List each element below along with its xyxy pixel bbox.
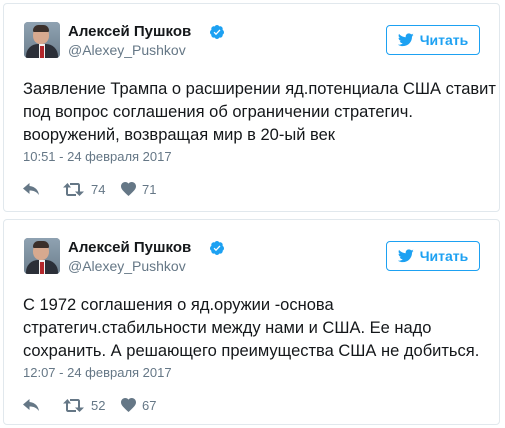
heart-icon: [121, 398, 136, 412]
avatar[interactable]: [24, 22, 60, 58]
avatar[interactable]: [24, 238, 60, 274]
reply-button[interactable]: [23, 396, 40, 414]
reply-icon: [23, 398, 39, 411]
verified-icon: [210, 241, 224, 255]
retweet-count: 74: [91, 181, 106, 197]
tweet-text-line: стратегич.стабильности между нами и США.…: [23, 319, 432, 337]
tweet-text-line: С 1972 соглашения о яд.оружии -основа: [23, 296, 334, 314]
tweet-text-line: вооружений, возвращая мир в 20-ый век: [23, 126, 335, 144]
tweet-text-line: сохранить. А решающего преимущества США …: [23, 342, 480, 360]
author-handle[interactable]: @Alexey_Pushkov: [68, 258, 186, 274]
tweet-text-line: под вопрос соглашения об ограничении стр…: [23, 103, 413, 121]
reply-button[interactable]: [23, 180, 40, 198]
follow-button[interactable]: Читать: [386, 241, 480, 271]
author-name[interactable]: Алексей Пушков: [68, 239, 191, 256]
tweet-text-line: Заявление Трампа о расширении яд.потенци…: [23, 80, 496, 98]
tweet-text: Заявление Трампа о расширении яд.потенци…: [23, 78, 496, 147]
twitter-bird-icon: [397, 249, 414, 263]
heart-icon: [121, 182, 136, 196]
retweet-count: 52: [91, 397, 106, 413]
tweet-card: Алексей Пушков @Alexey_Pushkov Читать За…: [3, 3, 500, 212]
tweet-text: С 1972 соглашения о яд.оружии -основа ст…: [23, 294, 483, 363]
follow-button-label: Читать: [419, 32, 469, 48]
retweet-icon: [63, 398, 84, 412]
like-button[interactable]: 67: [121, 396, 156, 414]
like-button[interactable]: 71: [121, 180, 156, 198]
like-count: 71: [142, 181, 157, 197]
reply-icon: [23, 182, 39, 195]
tweet-timestamp[interactable]: 10:51 - 24 февраля 2017: [23, 149, 172, 164]
tweet-card: Алексей Пушков @Alexey_Pushkov Читать С …: [3, 219, 500, 425]
retweet-icon: [63, 182, 84, 196]
author-handle[interactable]: @Alexey_Pushkov: [68, 42, 186, 58]
verified-icon: [210, 25, 224, 39]
tweet-timestamp[interactable]: 12:07 - 24 февраля 2017: [23, 365, 172, 380]
like-count: 67: [142, 397, 157, 413]
retweet-button[interactable]: 52: [63, 396, 105, 414]
follow-button[interactable]: Читать: [386, 25, 480, 55]
follow-button-label: Читать: [419, 248, 469, 264]
author-name[interactable]: Алексей Пушков: [68, 23, 191, 40]
twitter-bird-icon: [397, 33, 414, 47]
retweet-button[interactable]: 74: [63, 180, 105, 198]
